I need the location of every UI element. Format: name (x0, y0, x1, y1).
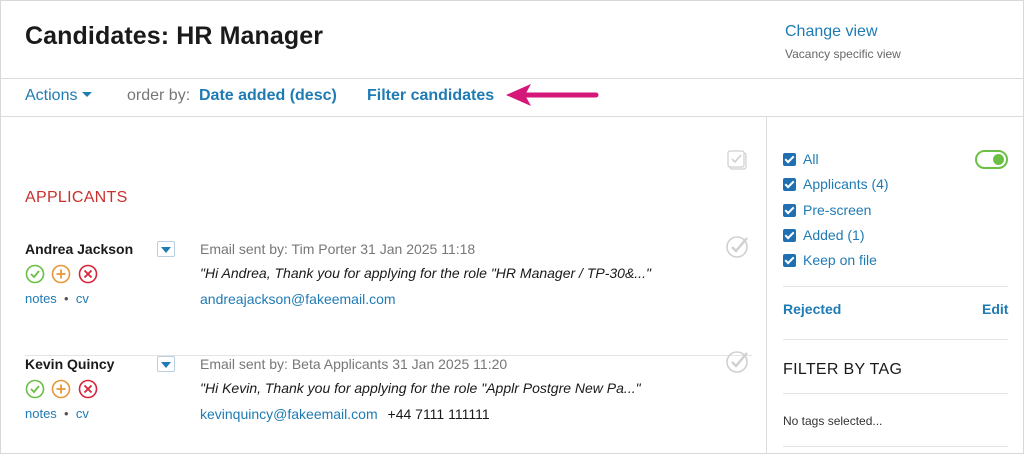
page-header: Candidates: HR Manager Change view Vacan… (0, 0, 1024, 79)
accept-icon[interactable] (25, 264, 45, 284)
checkmark-icon[interactable] (725, 234, 751, 260)
divider (783, 393, 1008, 394)
divider (783, 286, 1008, 287)
candidate-links: notes • cv (25, 406, 89, 421)
checkbox-checked-icon[interactable] (783, 229, 796, 242)
notes-link[interactable]: notes (25, 291, 57, 306)
filter-all[interactable]: All (783, 151, 819, 167)
actions-label: Actions (25, 87, 78, 104)
reject-icon[interactable] (78, 379, 98, 399)
candidate-email-link[interactable]: andreajackson@fakeemail.com (200, 291, 396, 307)
chevron-down-icon (82, 92, 93, 97)
reject-icon[interactable] (78, 264, 98, 284)
email-preview: "Hi Kevin, Thank you for applying for th… (200, 380, 641, 396)
order-by-selector[interactable]: Date added (desc) (199, 87, 337, 105)
checkmark-icon[interactable] (725, 349, 751, 375)
email-preview: "Hi Andrea, Thank you for applying for t… (200, 265, 651, 281)
edit-link[interactable]: Edit (982, 301, 1008, 317)
checkbox-checked-icon[interactable] (783, 254, 796, 267)
email-sent-info: Email sent by: Beta Applicants 31 Jan 20… (200, 356, 508, 372)
filter-label: Pre-screen (803, 202, 872, 218)
filter-added[interactable]: Added (1) (783, 227, 864, 243)
candidate-phone: +44 7111 111111 (387, 406, 490, 422)
filter-label: All (803, 151, 819, 167)
status-actions (25, 264, 100, 284)
divider (783, 339, 1008, 340)
link-separator: • (60, 406, 73, 421)
change-view-link[interactable]: Change view (785, 23, 878, 41)
candidate-links: notes • cv (25, 291, 89, 306)
filter-keep-on-file[interactable]: Keep on file (783, 252, 877, 268)
candidate-email-link[interactable]: kevinquincy@fakeemail.com (200, 406, 378, 422)
filter-label: Added (1) (803, 227, 865, 243)
divider (783, 446, 1008, 447)
checkbox-checked-icon[interactable] (783, 153, 796, 166)
checkbox-checked-icon[interactable] (783, 178, 796, 191)
applicants-section-title: APPLICANTS (25, 189, 128, 206)
maybe-icon[interactable] (51, 264, 71, 284)
filter-by-tag-title: FILTER BY TAG (783, 361, 903, 378)
email-sent-info: Email sent by: Tim Porter 31 Jan 2025 11… (200, 241, 476, 257)
maybe-icon[interactable] (51, 379, 71, 399)
no-tags-text: No tags selected... (783, 414, 883, 428)
candidate-menu-button[interactable] (157, 356, 175, 372)
contact-info: kevinquincy@fakeemail.com +44 7111 11111… (200, 406, 490, 422)
candidate-row: Andrea Jackson notes • cv Email sent by:… (25, 236, 752, 356)
filter-toggle-switch[interactable] (975, 150, 1008, 169)
contact-info: andreajackson@fakeemail.com (200, 291, 396, 307)
filter-candidates-link[interactable]: Filter candidates (367, 87, 494, 105)
filter-applicants[interactable]: Applicants (4) (783, 176, 889, 192)
order-by-label: order by: (127, 87, 191, 104)
filter-label: Applicants (4) (803, 176, 889, 192)
status-actions (25, 379, 100, 399)
actions-dropdown[interactable]: Actions (25, 87, 93, 105)
arrow-icon (506, 84, 599, 106)
page-title: Candidates: HR Manager (25, 22, 324, 50)
select-all-checkbox-icon[interactable] (727, 150, 747, 170)
candidate-name[interactable]: Andrea Jackson (25, 241, 133, 257)
change-view-subtitle: Vacancy specific view (785, 47, 901, 61)
checkbox-checked-icon[interactable] (783, 204, 796, 217)
accept-icon[interactable] (25, 379, 45, 399)
link-separator: • (60, 291, 73, 306)
candidate-menu-button[interactable] (157, 241, 175, 257)
candidate-row: Kevin Quincy notes • cv Email sent by: B… (25, 351, 752, 454)
notes-link[interactable]: notes (25, 406, 57, 421)
filter-label: Keep on file (803, 252, 877, 268)
cv-link[interactable]: cv (76, 291, 89, 306)
rejected-link[interactable]: Rejected (783, 301, 841, 317)
cv-link[interactable]: cv (76, 406, 89, 421)
filter-pre-screen[interactable]: Pre-screen (783, 202, 871, 218)
candidate-name[interactable]: Kevin Quincy (25, 356, 114, 372)
